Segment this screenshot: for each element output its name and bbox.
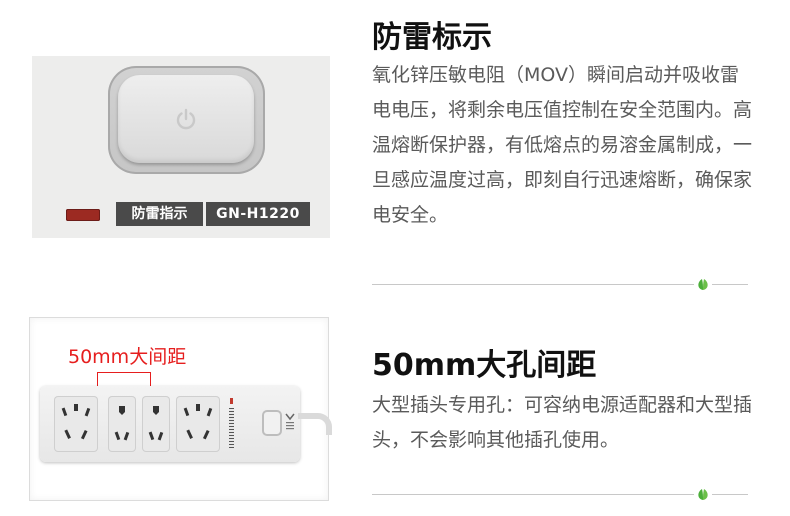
power-switch-frame [108, 66, 265, 174]
model-label: GN-H1220 [206, 202, 310, 226]
section-heading: 50mm大孔间距 [372, 348, 597, 383]
strip-power-switch [262, 410, 282, 436]
section-heading: 防雷标示 [372, 20, 492, 55]
socket-icon [142, 396, 170, 452]
lightning-protection-section: 防雷指示 GN-H1220 防雷标示 氧化锌压敏电阻（MOV）瞬间启动并吸收雷电… [0, 0, 790, 292]
socket-icon [176, 396, 220, 452]
leaf-divider [372, 486, 748, 502]
spacing-callout: 50mm大间距 [68, 346, 187, 368]
leaf-icon [694, 486, 712, 502]
socket-icon [54, 396, 98, 452]
brand-logo-icon [285, 413, 295, 430]
strip-indicator-light [230, 398, 233, 404]
leaf-icon [694, 276, 712, 292]
strip-model-marking [229, 408, 234, 448]
socket-icon [108, 396, 136, 452]
switch-panel-image: 防雷指示 GN-H1220 [32, 56, 330, 238]
power-strip [40, 386, 300, 462]
socket-spacing-section: 50mm大间距 50mm大孔间距 大型插头专用孔：可容纳电源适配器和大型插头，不… [0, 300, 790, 516]
power-icon [176, 108, 196, 130]
indicator-label: 防雷指示 [116, 202, 203, 226]
section-description: 大型插头专用孔：可容纳电源适配器和大型插头，不会影响其他插孔使用。 [372, 394, 753, 451]
leaf-divider [372, 276, 748, 292]
power-cable [298, 413, 332, 435]
protection-indicator-light [66, 209, 100, 221]
power-switch-button [118, 75, 254, 163]
power-strip-image: 50mm大间距 [30, 318, 332, 500]
section-description: 氧化锌压敏电阻（MOV）瞬间启动并吸收雷电电压，将剩余电压值控制在安全范围内。高… [372, 64, 753, 226]
